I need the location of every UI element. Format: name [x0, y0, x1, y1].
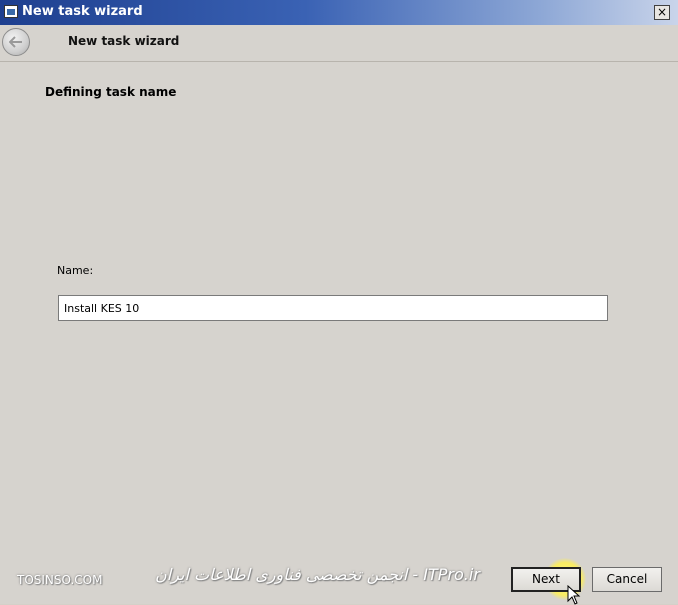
- close-button[interactable]: ×: [654, 5, 670, 20]
- window-title: New task wizard: [22, 4, 143, 19]
- window-icon: [4, 5, 18, 18]
- wizard-content: Defining task name Name:: [0, 62, 678, 552]
- watermark-right: ITPro.ir - انجمن تخصصی فناوری اطلاعات ای…: [155, 565, 480, 584]
- task-name-input[interactable]: [58, 295, 608, 321]
- watermark-left: TOSINSO.COM: [17, 573, 103, 587]
- next-button[interactable]: Next: [511, 567, 581, 592]
- close-icon: ×: [656, 5, 668, 19]
- name-label: Name:: [57, 264, 94, 277]
- wizard-header: New task wizard: [0, 25, 678, 62]
- wizard-footer: TOSINSO.COM ITPro.ir - انجمن تخصصی فناور…: [0, 552, 678, 605]
- section-heading: Defining task name: [45, 85, 177, 99]
- wizard-window: New task wizard × New task wizard Defini…: [0, 0, 678, 605]
- header-title: New task wizard: [68, 34, 180, 48]
- back-button[interactable]: [2, 28, 30, 56]
- cancel-button[interactable]: Cancel: [592, 567, 662, 592]
- title-bar[interactable]: New task wizard ×: [0, 0, 678, 25]
- back-arrow-icon: [9, 36, 22, 48]
